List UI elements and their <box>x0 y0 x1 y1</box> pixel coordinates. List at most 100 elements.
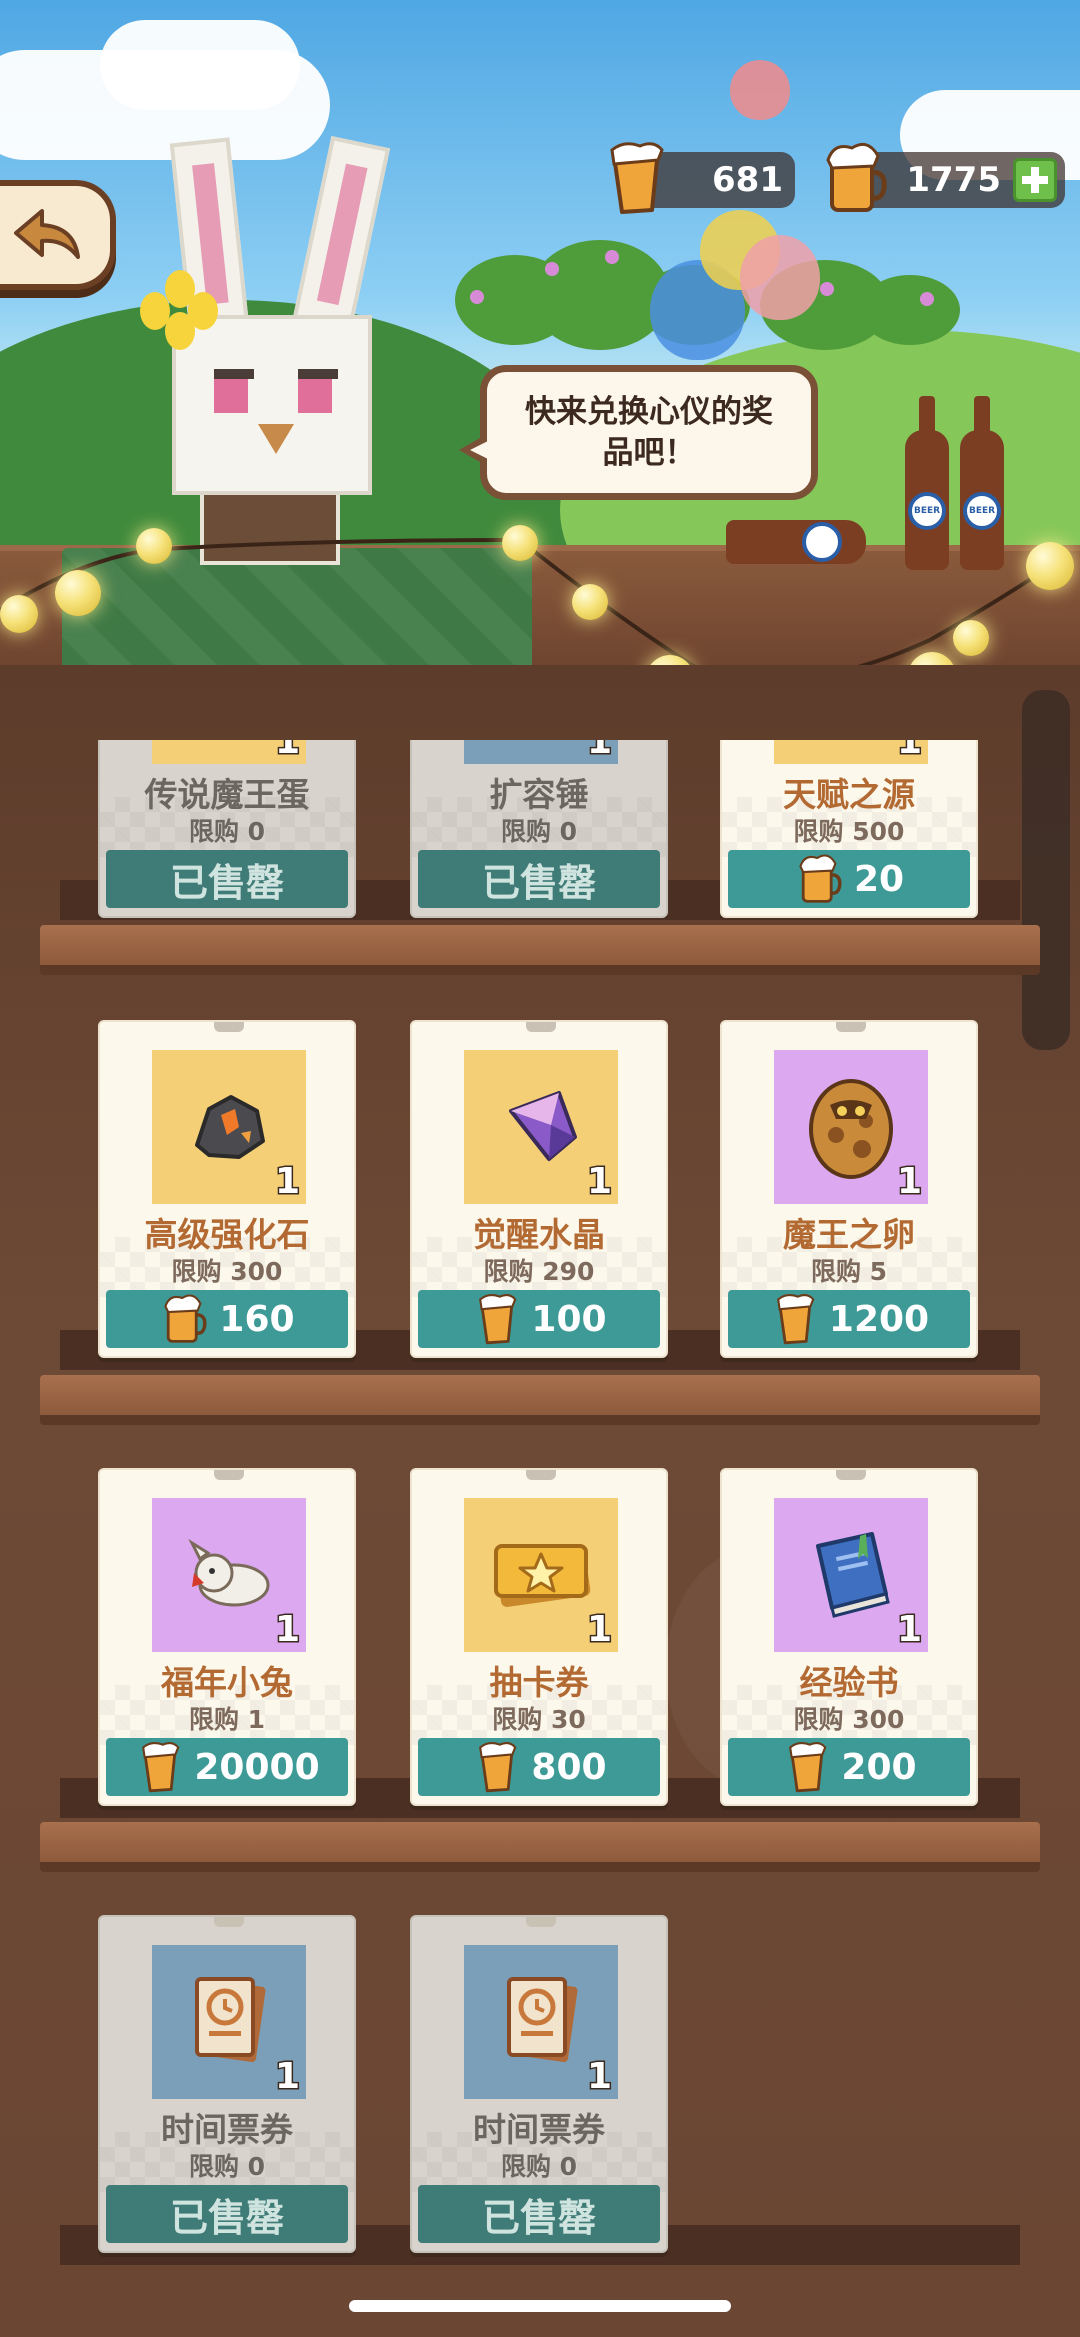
shelf <box>40 1375 1040 1425</box>
buy-button[interactable]: 20 <box>728 850 970 908</box>
item-icon-frame: 1 <box>774 1050 928 1204</box>
shop-item-card[interactable]: 1 时间票券限购 0 已售罄 <box>98 1915 356 2253</box>
item-icon-frame: 1 <box>464 1498 618 1652</box>
item-quantity: 1 <box>585 2055 613 2099</box>
item-price: 20000 <box>194 1746 320 1788</box>
item-quantity: 1 <box>585 1160 613 1204</box>
back-button[interactable] <box>0 180 116 290</box>
item-price: 100 <box>531 1298 607 1340</box>
buy-button[interactable]: 800 <box>418 1738 660 1796</box>
buy-button[interactable]: 200 <box>728 1738 970 1796</box>
item-icon-frame: 1 <box>464 1945 618 2099</box>
buy-button[interactable]: 20000 <box>106 1738 348 1796</box>
item-name: 高级强化石 <box>144 1215 310 1254</box>
light-bulb <box>0 595 38 633</box>
back-arrow-icon <box>14 209 80 259</box>
shop-item-card[interactable]: 1 抽卡券 限购 30 800 <box>410 1468 668 1806</box>
currency-amount: 681 <box>712 160 783 200</box>
beer-glass-icon <box>610 142 664 214</box>
light-bulb <box>953 620 989 656</box>
purchase-limit: 限购 500 <box>793 817 905 846</box>
sold-out-button: 已售罄 <box>418 850 660 908</box>
item-name: 时间票券 <box>161 2110 293 2149</box>
bunny-eye <box>298 369 338 413</box>
item-price: 200 <box>841 1746 917 1788</box>
cloud <box>100 20 300 110</box>
balloon <box>740 235 820 320</box>
shop-item-card[interactable]: 1 魔王之卵 限购 5 1200 <box>720 1020 978 1358</box>
card-clip <box>526 1917 556 1927</box>
item-price: 已售罄 <box>481 2195 596 2240</box>
exp-book-icon <box>796 1518 906 1632</box>
shelf <box>40 1822 1040 1872</box>
flower <box>605 250 619 264</box>
lucky-rabbit-icon <box>174 1523 284 1627</box>
bunny-ear <box>289 135 391 345</box>
purchase-limit: 限购 0 <box>500 817 578 846</box>
card-clip <box>836 1022 866 1032</box>
card-clip <box>836 1470 866 1480</box>
item-price: 已售罄 <box>481 860 596 905</box>
item-name: 福年小兔 <box>161 1663 293 1702</box>
beer-mug-icon <box>826 142 887 212</box>
currency-beer-mug: 1775 <box>826 142 1065 212</box>
rope-decoration <box>1022 690 1070 1050</box>
time-ticket-icon <box>491 1965 591 2079</box>
buy-button[interactable]: 100 <box>418 1290 660 1348</box>
shop-item-card[interactable]: 1 高级强化石 限购 300 160 <box>98 1020 356 1358</box>
beer-mug-icon <box>799 854 842 903</box>
item-name: 魔王之卵 <box>783 1215 915 1254</box>
item-price: 20 <box>853 858 905 900</box>
shop-item-card[interactable]: 1 时间票券 限购 0 已售罄 <box>410 1915 668 2253</box>
item-icon-frame: 1 <box>774 1498 928 1652</box>
buy-button[interactable]: 160 <box>106 1290 348 1348</box>
item-price: 800 <box>531 1746 607 1788</box>
beer-mug-icon <box>164 1294 207 1343</box>
speech-text: 快来兑换心仪的奖品吧！ <box>525 394 773 471</box>
card-clip <box>214 1917 244 1927</box>
item-quantity: 1 <box>273 2055 301 2099</box>
shop-item-card[interactable]: 1 经验书 限购 300 200 <box>720 1468 978 1806</box>
gacha-ticket-icon <box>486 1528 596 1622</box>
item-quantity: 1 <box>273 1160 301 1204</box>
light-bulb <box>136 528 172 564</box>
item-price: 已售罄 <box>169 2195 284 2240</box>
shop-item-card[interactable]: 1 福年小兔 限购 1 20000 <box>98 1468 356 1806</box>
bush <box>860 275 960 345</box>
item-icon-frame: 1 <box>152 1498 306 1652</box>
light-bulb <box>1026 542 1074 590</box>
card-clip <box>214 1022 244 1032</box>
shopkeeper-speech-bubble: 快来兑换心仪的奖品吧！ <box>459 365 818 500</box>
item-price: 已售罄 <box>169 860 284 905</box>
card-clip <box>526 1470 556 1480</box>
item-name: 扩容锤 <box>489 775 589 814</box>
purchase-limit: 限购 0 <box>188 817 266 846</box>
home-indicator[interactable] <box>349 2300 731 2312</box>
sold-out-button: 已售罄 <box>106 850 348 908</box>
item-price: 1200 <box>828 1298 930 1340</box>
add-currency-button[interactable] <box>1013 158 1057 202</box>
purchase-limit: 限购 290 <box>483 1257 595 1286</box>
sold-out-button: 已售罄 <box>106 2185 348 2243</box>
currency-amount: 1775 <box>906 160 1001 200</box>
item-icon-frame: 1 <box>152 1945 306 2099</box>
shop-scene-background: BEER BEER <box>0 0 1080 720</box>
item-name: 觉醒水晶 <box>473 1215 605 1254</box>
item-name: 传说魔王蛋 <box>144 775 310 814</box>
item-name: 经验书 <box>799 1663 899 1702</box>
flower <box>470 290 484 304</box>
light-bulb <box>55 570 101 616</box>
item-icon-frame: 1 <box>152 1050 306 1204</box>
purchase-limit: 限购 0 <box>188 2152 266 2181</box>
flower <box>820 282 834 296</box>
shop-item-card[interactable]: 1 觉醒水晶限购 290 100 <box>410 1020 668 1358</box>
light-bulb <box>502 525 538 561</box>
beer-glass-icon <box>142 1741 180 1793</box>
beer-glass-icon <box>479 1741 517 1793</box>
item-quantity: 1 <box>585 1608 613 1652</box>
buy-button[interactable]: 1200 <box>728 1290 970 1348</box>
bunny-beak <box>258 424 294 454</box>
demon-egg-icon <box>796 1065 906 1189</box>
card-clip <box>526 1022 556 1032</box>
item-quantity: 1 <box>273 1608 301 1652</box>
